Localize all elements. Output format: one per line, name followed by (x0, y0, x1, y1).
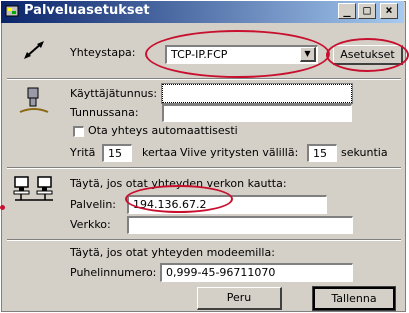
annotation-oval-settings (326, 38, 409, 72)
net-input[interactable] (127, 216, 353, 234)
separator (7, 167, 401, 169)
retry-prefix-label: Yritä (70, 146, 96, 159)
delay-label: Viive yritysten välillä: (180, 146, 299, 159)
retry-count-input[interactable]: 15 (102, 144, 132, 162)
auto-connect-checkbox[interactable] (73, 126, 84, 137)
password-label: Tunnussana: (70, 106, 139, 119)
username-label: Käyttäjätunnus: (70, 87, 158, 100)
delay-unit-label: sekuntia (341, 146, 388, 159)
close-button[interactable]: × (380, 3, 398, 19)
annotation-oval-method (145, 30, 330, 78)
minimize-button[interactable]: _ (338, 3, 356, 19)
window-title: Palveluasetukset (24, 3, 150, 18)
auto-connect-label: Ota yhteys automaattisesti (88, 124, 238, 137)
delay-input[interactable]: 15 (307, 144, 337, 162)
maximize-button[interactable]: □ (358, 3, 376, 19)
network-computers-icon (13, 176, 53, 201)
retry-unit-label: kertaa (142, 146, 178, 159)
separator (7, 239, 401, 241)
separator (7, 78, 401, 80)
username-input[interactable] (161, 83, 353, 104)
password-input[interactable] (162, 104, 352, 122)
save-button[interactable]: Tallenna (312, 286, 396, 311)
app-icon (5, 5, 19, 17)
connection-arrows-icon (24, 41, 44, 59)
phone-input[interactable]: 0,999-45-96711070 (160, 263, 353, 282)
net-label: Verkko: (70, 218, 111, 231)
annotation-oval-server (125, 185, 233, 213)
connection-method-label: Yhteystapa: (70, 46, 136, 59)
phone-label: Puhelinnumero: (70, 266, 157, 279)
user-login-icon (19, 87, 49, 113)
annotation-dot (0, 205, 5, 210)
modem-heading: Täytä, jos otat yhteyden modeemilla: (70, 246, 275, 259)
server-label: Palvelin: (70, 198, 117, 211)
cancel-button[interactable]: Peru (197, 287, 282, 310)
